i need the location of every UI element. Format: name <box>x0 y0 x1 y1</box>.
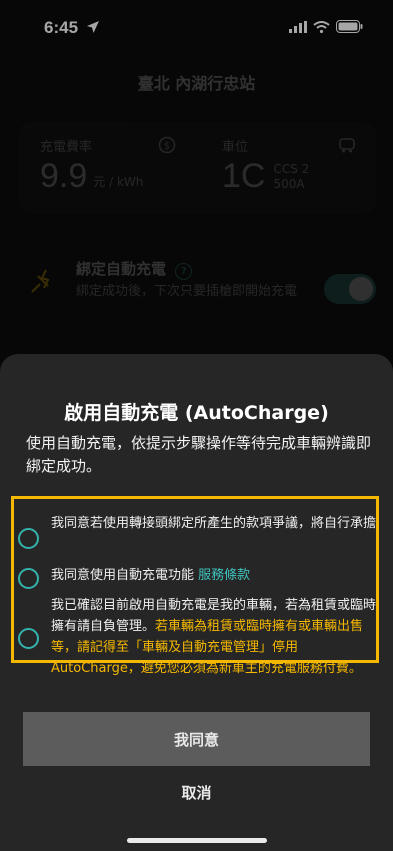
radio-button[interactable] <box>18 528 39 549</box>
consent-item-ownership[interactable]: 我已確認目前啟用自動充電是我的車輛，若為租賃或臨時擁有請自負管理。若車輛為租賃或… <box>14 595 376 676</box>
agree-button[interactable]: 我同意 <box>23 712 370 766</box>
consent-checklist: 我同意若使用轉接頭綁定所產生的款項爭議，將自行承擔 我同意使用自動充電功能 服務… <box>11 496 379 676</box>
sheet-title: 啟用自動充電 (AutoCharge) <box>64 402 329 424</box>
radio-button[interactable] <box>18 628 39 649</box>
consent-item-adapter[interactable]: 我同意若使用轉接頭綁定所產生的款項爭議，將自行承擔 <box>14 513 376 557</box>
autocharge-bottom-sheet: 啟用自動充電 (AutoCharge) 使用自動充電，依提示步驟操作等待完成車輛… <box>0 354 393 851</box>
consent-text: 我已確認目前啟用自動充電是我的車輛，若為租賃或臨時擁有請自負管理。若車輛為租賃或… <box>51 595 381 679</box>
consent-text: 我同意若使用轉接頭綁定所產生的款項爭議，將自行承擔 <box>51 516 377 531</box>
consent-text: 我同意使用自動充電功能 服務條款 <box>51 565 381 586</box>
sheet-description: 使用自動充電，依提示步驟操作等待完成車輛辨識即綁定成功。 <box>26 434 372 475</box>
terms-link[interactable]: 服務條款 <box>198 568 250 583</box>
consent-text-main: 我同意使用自動充電功能 <box>51 568 195 583</box>
cancel-button[interactable]: 取消 <box>0 782 393 803</box>
consent-item-service[interactable]: 我同意使用自動充電功能 服務條款 <box>14 565 376 589</box>
radio-button[interactable] <box>18 568 39 589</box>
home-indicator <box>127 838 267 843</box>
